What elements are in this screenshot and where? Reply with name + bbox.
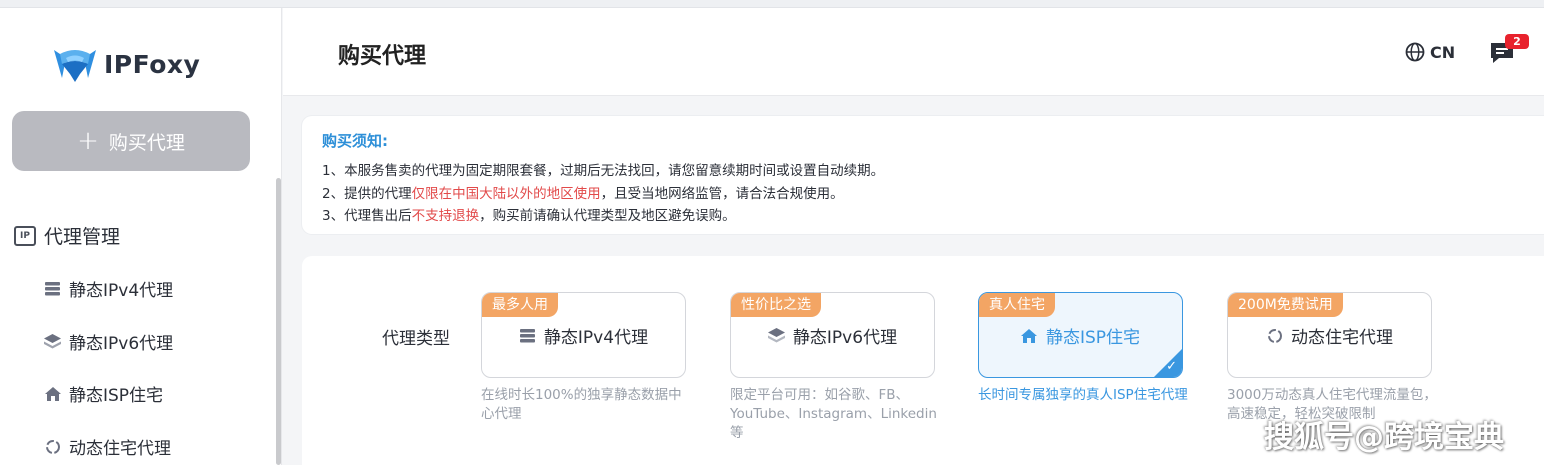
- plus-icon: +: [77, 126, 99, 156]
- option-title: 静态ISP住宅: [979, 323, 1182, 348]
- sidebar-section-label: 代理管理: [44, 226, 121, 248]
- option-name: 动态住宅代理: [1291, 328, 1393, 348]
- sidebar-item-label: 静态ISP住宅: [69, 386, 164, 406]
- sidebar-item-static-ipv4[interactable]: 静态IPv4代理: [44, 276, 173, 301]
- option-name: 静态IPv4代理: [543, 328, 649, 348]
- buy-proxy-label: 购买代理: [108, 131, 185, 154]
- sidebar-item-static-isp[interactable]: 静态ISP住宅: [44, 381, 163, 406]
- server-icon: [519, 327, 536, 344]
- refresh-icon: [44, 438, 61, 455]
- option-tag: 最多人用: [482, 293, 558, 317]
- notice-warning-text: 不支持退换: [411, 208, 480, 224]
- option-description: 长时间专属独享的真人ISP住宅代理: [978, 387, 1188, 403]
- notice-text: 2、提供的代理: [322, 186, 412, 202]
- purchase-notice: 购买须知: 1、本服务售卖的代理为固定期限套餐，过期后无法找回，请您留意续期时间…: [302, 116, 1544, 234]
- option-title: 动态住宅代理: [1228, 323, 1431, 348]
- window-top-strip: [0, 0, 1544, 8]
- notice-warning-text: 仅限在中国大陆以外的地区使用: [411, 186, 601, 202]
- option-tag: 真人住宅: [979, 293, 1055, 317]
- option-title: 静态IPv6代理: [731, 323, 934, 348]
- sidebar: IPFoxy + 购买代理 IP 代理管理 静态IPv4代理 静态IPv6代理 …: [0, 8, 282, 465]
- option-name: 静态IPv6代理: [792, 328, 898, 348]
- sidebar-item-static-ipv6[interactable]: 静态IPv6代理: [44, 329, 173, 354]
- proxy-option-static-ipv4[interactable]: 最多人用 静态IPv4代理: [481, 292, 686, 378]
- layers-icon: [44, 333, 61, 350]
- home-icon: [44, 385, 61, 402]
- checkmark-icon: ✓: [1166, 359, 1177, 374]
- logo[interactable]: IPFoxy: [52, 44, 200, 84]
- proxy-option-static-isp[interactable]: 真人住宅 静态ISP住宅 ✓: [978, 292, 1183, 378]
- notice-text: ，购买前请确认代理类型及地区避免误购。: [479, 208, 736, 224]
- notice-text: ，且受当地网络监管，请合法合规使用。: [600, 186, 844, 202]
- globe-icon: [1405, 42, 1425, 62]
- option-title: 静态IPv4代理: [482, 323, 685, 348]
- language-switch[interactable]: CN: [1405, 42, 1455, 62]
- ipfoxy-logo-icon: [54, 50, 96, 82]
- sidebar-item-label: 静态IPv6代理: [69, 334, 174, 354]
- option-description: 在线时长100%的独享静态数据中心代理: [481, 387, 682, 422]
- notice-text: 1、本服务售卖的代理为固定期限套餐，过期后无法找回，请您留意续期时间或设置自动续…: [322, 163, 885, 179]
- page-title: 购买代理: [338, 44, 427, 69]
- option-tag: 性价比之选: [731, 293, 821, 317]
- sidebar-item-dynamic-residential[interactable]: 动态住宅代理: [44, 434, 171, 459]
- language-label: CN: [1430, 42, 1456, 62]
- sidebar-scrollbar[interactable]: [276, 178, 281, 465]
- notice-text: 3、代理售出后: [322, 208, 412, 224]
- notice-line-1: 1、本服务售卖的代理为固定期限套餐，过期后无法找回，请您留意续期时间或设置自动续…: [322, 159, 884, 179]
- server-icon: [44, 280, 61, 297]
- option-tag: 200M免费试用: [1228, 293, 1343, 317]
- refresh-icon: [1266, 327, 1283, 344]
- home-icon: [1021, 327, 1038, 344]
- message-count-badge: 2: [1505, 34, 1529, 49]
- option-name: 静态ISP住宅: [1045, 328, 1141, 348]
- sidebar-item-label: 静态IPv4代理: [69, 281, 174, 301]
- top-header: 购买代理 CN 2: [283, 8, 1544, 96]
- proxy-type-label: 代理类型: [382, 329, 450, 349]
- watermark-text: 搜狐号@跨境宝典: [1264, 420, 1504, 455]
- layers-icon: [767, 327, 785, 344]
- buy-proxy-button[interactable]: + 购买代理: [12, 111, 250, 171]
- notice-line-3: 3、代理售出后不支持退换，购买前请确认代理类型及地区避免误购。: [322, 204, 736, 224]
- logo-text: IPFoxy: [104, 49, 201, 79]
- proxy-option-dynamic-residential[interactable]: 200M免费试用 动态住宅代理: [1227, 292, 1432, 378]
- option-description: 限定平台可用：如谷歌、FB、YouTube、Instagram、Linkedin…: [730, 387, 937, 441]
- notice-line-2: 2、提供的代理仅限在中国大陆以外的地区使用，且受当地网络监管，请合法合规使用。: [322, 182, 844, 202]
- proxy-option-static-ipv6[interactable]: 性价比之选 静态IPv6代理: [730, 292, 935, 378]
- notice-title: 购买须知:: [322, 132, 388, 150]
- sidebar-section-proxy-management[interactable]: IP 代理管理: [14, 222, 120, 249]
- sidebar-item-label: 动态住宅代理: [69, 439, 171, 459]
- ip-icon: IP: [14, 225, 36, 246]
